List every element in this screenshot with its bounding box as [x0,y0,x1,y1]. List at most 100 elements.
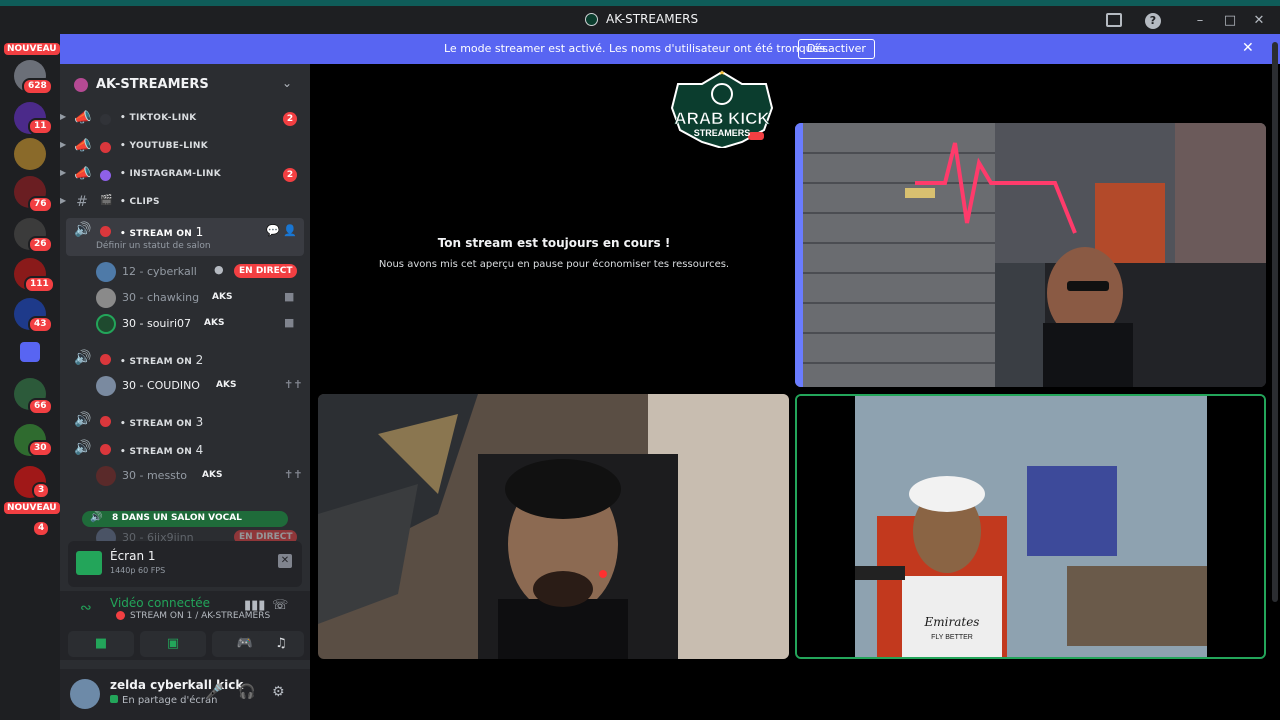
channel-youtube-link[interactable]: ▶ 📣 • YOUTUBE-LINK [60,134,310,160]
scrollbar[interactable] [1272,42,1278,602]
member-tag: AKS [202,470,223,480]
voice-member[interactable]: 30 - souiri07 AKS ■ [96,312,306,336]
logo-line1: ARAB KICK [674,109,770,128]
settings-gear-icon[interactable]: ⚙ [272,684,285,700]
webcam-tile[interactable] [318,394,789,659]
voice-member[interactable]: 30 - chawking AKS ■ [96,286,306,310]
mention-badge: 11 [28,118,53,135]
screen-share-quality: 1440p 60 FPS [110,566,166,575]
webcam-feed-image: Emirates FLY BETTER [797,396,1264,657]
channel-name: • TIKTOK-LINK [120,113,197,123]
voice-connection-panel: ∾ Vidéo connectée STREAM ON 1 / AK-STREA… [60,591,310,660]
minimize-icon[interactable]: – [1192,13,1208,29]
mention-badge: 66 [28,398,53,415]
clapper-icon: 🎬 [100,195,113,206]
mention-badge: 4 [32,520,51,537]
avatar [96,376,116,396]
paused-title: Ton stream est toujours en cours ! [437,236,671,250]
voice-channel-stream-on-1[interactable]: 🔊 • STREAM ON 1 Définir un statut de sal… [66,218,304,256]
expand-arrow-icon[interactable]: ▶ [60,196,66,205]
screen-thumbnail [76,551,102,575]
headphones-icon[interactable]: 🎧 [238,684,255,700]
channel-status-text[interactable]: Définir un statut de salon [96,241,211,251]
channel-number: 2 [195,353,204,367]
webcam-feed-image [795,123,1266,387]
expand-arrow-icon[interactable]: ▶ [60,168,66,177]
member-name: 30 - COUDINO [122,379,200,392]
channel-label: STREAM ON [129,419,193,429]
webcam-tile[interactable] [795,123,1266,387]
camera-button[interactable]: ■ [68,631,134,657]
guild-header[interactable]: AK-STREAMERS ⌄ [60,64,310,106]
expand-arrow-icon[interactable]: ▶ [60,140,66,149]
channel-dot [100,354,111,365]
channel-label: STREAM ON [129,447,193,457]
unread-badge: 2 [283,168,297,182]
title-bar: AK-STREAMERS ? – □ ✕ [0,6,1280,34]
channel-clips[interactable]: ▶ # 🎬 • CLIPS [60,190,310,216]
channel-dot [100,226,111,237]
speaker-icon: 🔊 [74,412,92,428]
channel-label: YOUTUBE-LINK [129,141,209,151]
voice-channel-stream-on-3[interactable]: 🔊 • STREAM ON 3 [60,408,310,434]
webcam-tile[interactable]: Emirates FLY BETTER [795,394,1266,659]
microphone-icon[interactable]: 🎤 [206,684,223,700]
channel-dot [100,170,111,181]
new-badge: NOUVEAU [4,502,60,514]
voice-count-text: 8 DANS UN SALON VOCAL [112,513,242,523]
speaker-icon: 🔊 [90,512,103,523]
muted-mic-icon: ✝✝ [284,378,303,391]
voice-channel-stream-on-4[interactable]: 🔊 • STREAM ON 4 [60,436,310,462]
screen-share-button[interactable]: ▣ [140,631,206,657]
folder-icon[interactable] [20,342,40,362]
chat-icon[interactable]: 💬 [266,224,280,237]
avatar[interactable] [70,679,100,709]
close-window-icon[interactable]: ✕ [1251,13,1267,29]
stop-share-icon[interactable]: ✕ [278,554,292,568]
server-logo-icon [585,12,598,26]
announcement-icon: 📣 [74,110,92,126]
member-name: 30 - chawking [122,291,200,304]
member-tag: AKS [204,318,225,328]
announcement-icon: 📣 [74,138,92,154]
voice-channel-stream-on-2[interactable]: 🔊 • STREAM ON 2 [60,346,310,372]
speaker-icon: 🔊 [74,440,92,456]
jersey-text: Emirates [924,615,980,629]
guild-icon [74,78,88,92]
screen-share-panel: Écran 1 1440p 60 FPS ✕ [68,541,302,587]
close-icon[interactable]: ✕ [1242,40,1254,56]
speaker-icon: 🔊 [74,350,92,366]
disconnect-icon[interactable]: ☏ [272,598,288,613]
user-status-text: En partage d'écran [122,695,218,706]
voice-member[interactable]: 30 - COUDINO AKS ✝✝ [96,374,306,398]
channel-tiktok-link[interactable]: ▶ 📣 • TIKTOK-LINK 2 [60,106,310,132]
camera-icon: ■ [284,316,295,329]
invite-icon[interactable]: 👤 [283,224,297,237]
channel-instagram-link[interactable]: ▶ 📣 • INSTAGRAM-LINK 2 [60,162,310,188]
noise-suppression-icon[interactable]: ▮▮▮ [244,598,265,613]
disable-streamer-mode-button[interactable]: Désactiver [798,39,875,59]
soundboard-button[interactable]: ♫ [258,631,304,657]
channel-dot [100,444,111,455]
channel-name: • STREAM ON 4 [120,443,204,457]
maximize-icon[interactable]: □ [1222,13,1238,29]
channel-label: TIKTOK-LINK [129,113,197,123]
voice-member[interactable]: 30 - messto AKS ✝✝ [96,464,306,488]
channel-dot [116,611,125,620]
guild-name: AK-STREAMERS [96,77,209,92]
channel-label: INSTAGRAM-LINK [129,169,222,179]
voice-member[interactable]: 12 - cyberkall ● EN DIRECT [96,260,306,284]
mention-badge: 30 [28,440,53,457]
inbox-icon[interactable] [1106,13,1122,27]
expand-arrow-icon[interactable]: ▶ [60,112,66,121]
avatar [96,314,116,334]
banner-text: Le mode streamer est activé. Les noms d'… [444,42,829,55]
chevron-down-icon[interactable]: ⌄ [282,76,292,90]
member-name: 12 - cyberkall [122,265,197,278]
help-icon[interactable]: ? [1145,13,1161,29]
member-tag: AKS [216,380,237,390]
voice-count-pill[interactable]: 🔊 8 DANS UN SALON VOCAL [82,511,288,527]
channel-actions: 💬 👤 [266,224,297,237]
server-icon[interactable] [14,138,46,170]
avatar [96,262,116,282]
